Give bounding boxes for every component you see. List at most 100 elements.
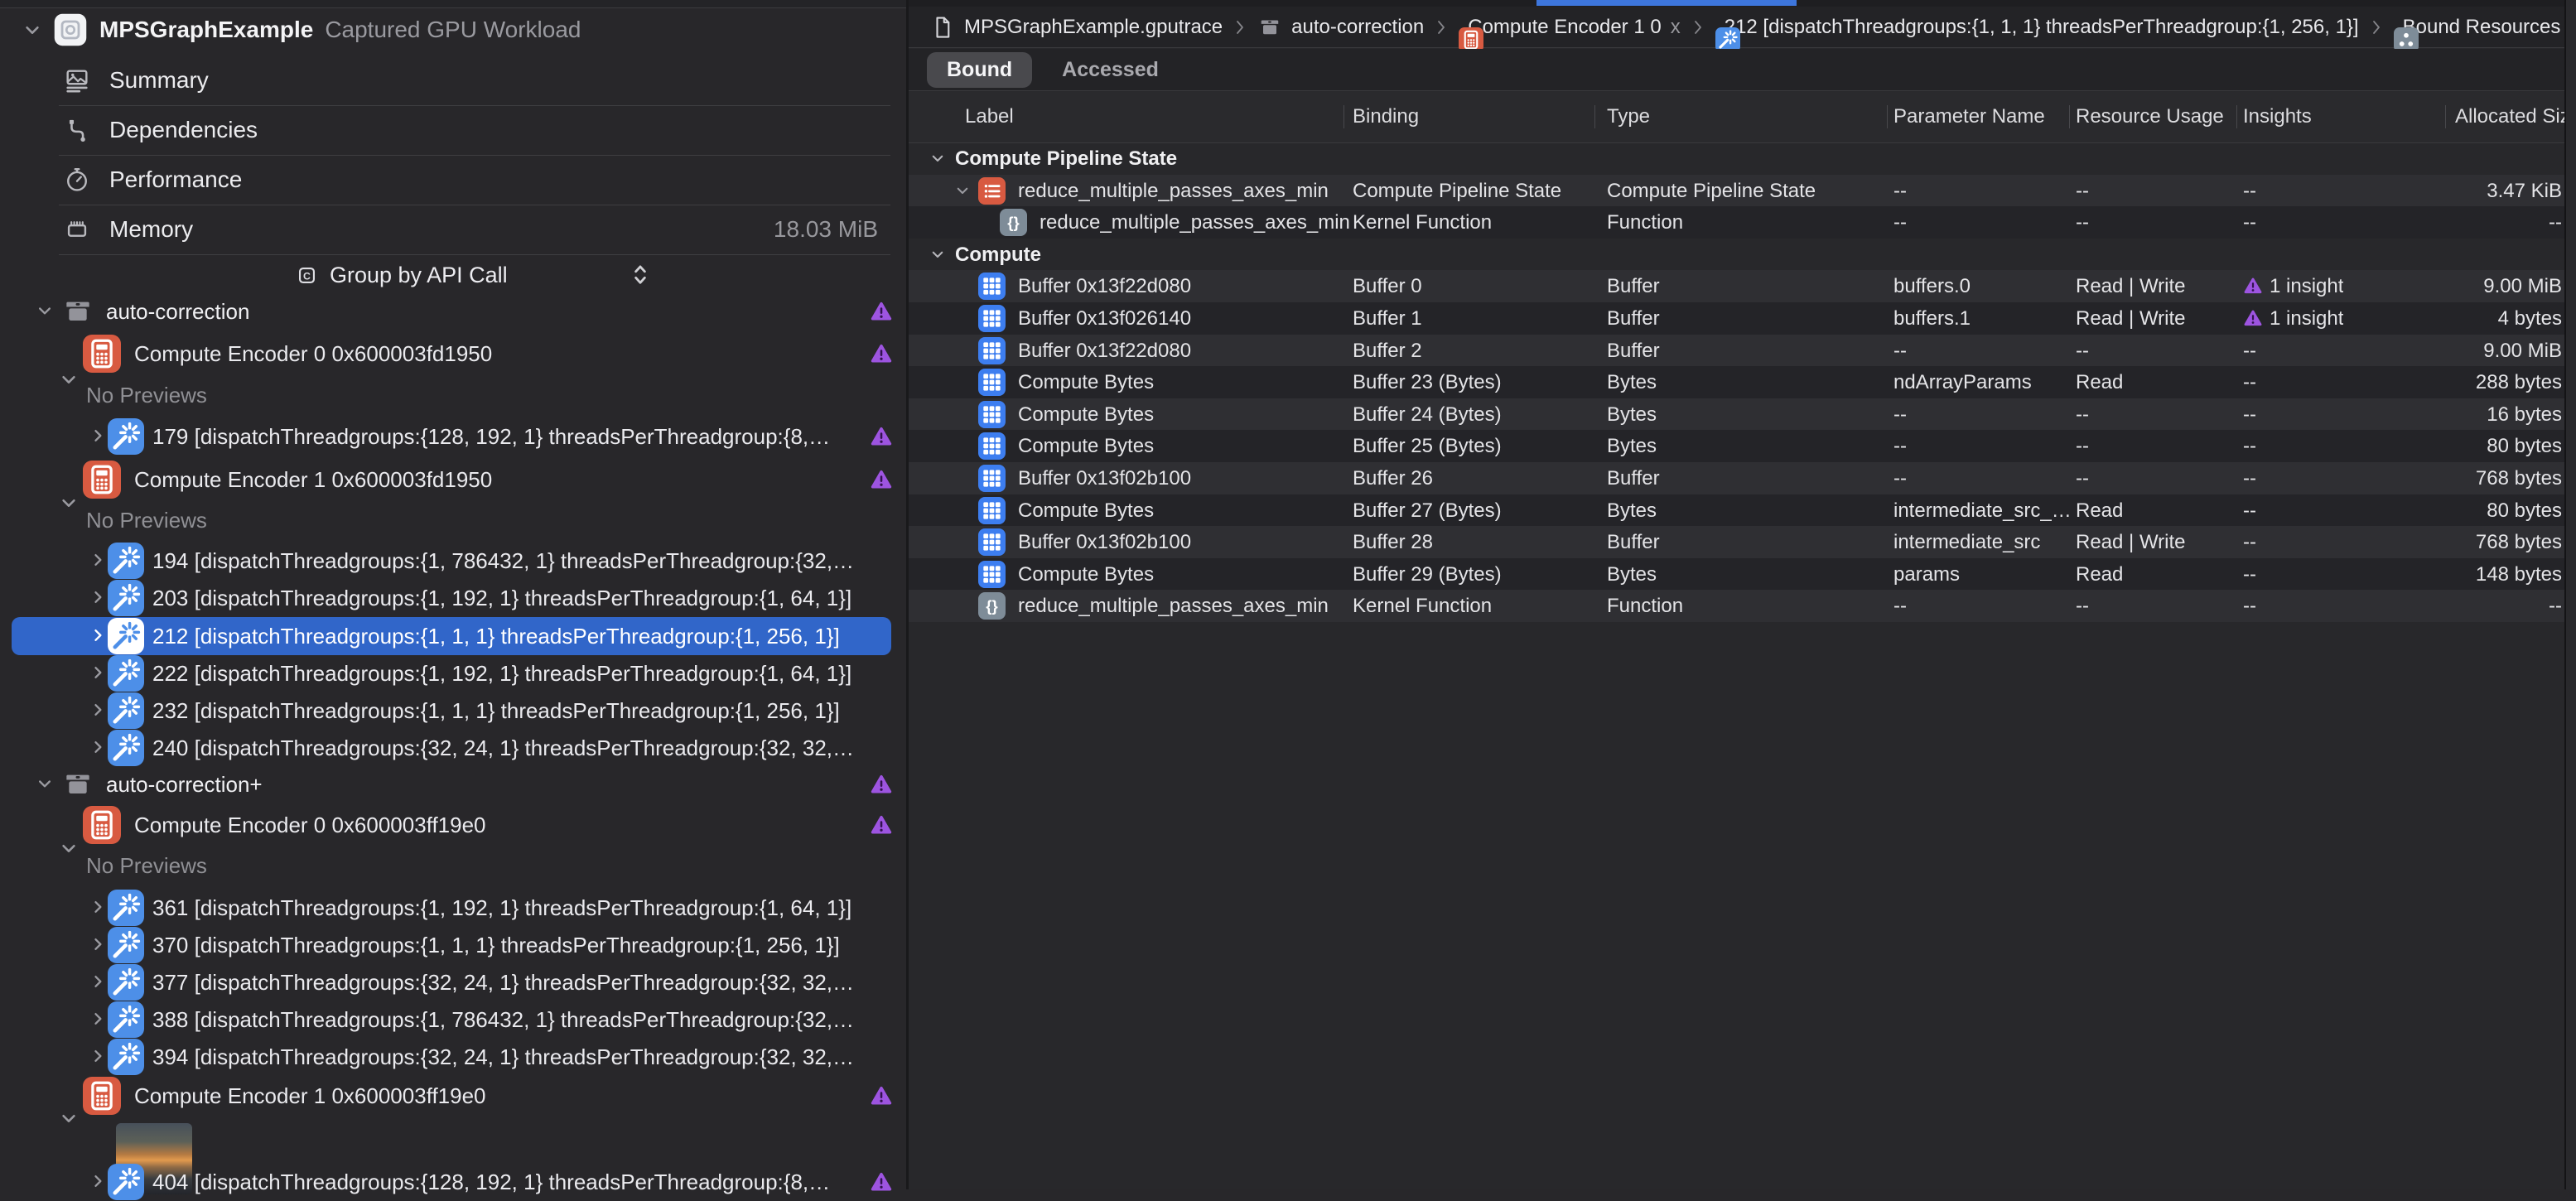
table-row[interactable]: Buffer 0x13f02b100Buffer 28Bufferinterme… bbox=[909, 526, 2576, 558]
tree-encoder-row[interactable]: Compute Encoder 0 0x600003ff19e0 bbox=[0, 806, 906, 844]
column-divider[interactable] bbox=[1887, 105, 1888, 128]
chevron-right-icon[interactable] bbox=[89, 973, 106, 990]
column-divider[interactable] bbox=[2069, 105, 2070, 128]
breadcrumb-label: Compute Encoder 1 0 bbox=[1468, 16, 1661, 39]
tree-dispatch-row[interactable]: 404 [dispatchThreadgroups:{128, 192, 1} … bbox=[0, 1163, 906, 1201]
dispatch-label: 361 [dispatchThreadgroups:{1, 192, 1} th… bbox=[152, 889, 851, 927]
table-row[interactable]: Buffer 0x13f026140Buffer 1Bufferbuffers.… bbox=[909, 302, 2576, 335]
chevron-down-icon[interactable] bbox=[60, 494, 78, 512]
column-divider[interactable] bbox=[1343, 105, 1344, 128]
table-row[interactable]: Compute BytesBuffer 24 (Bytes)Bytes-----… bbox=[909, 398, 2576, 431]
tree-dispatch-row[interactable]: 388 [dispatchThreadgroups:{1, 786432, 1}… bbox=[0, 1001, 906, 1039]
chevron-down-icon[interactable] bbox=[36, 302, 53, 319]
table-row[interactable]: {}reduce_multiple_passes_axes_minKernel … bbox=[909, 206, 2576, 239]
tree-dispatch-row[interactable]: 361 [dispatchThreadgroups:{1, 192, 1} th… bbox=[0, 889, 906, 927]
tree-encoder-row[interactable]: Compute Encoder 1 0x600003ff19e0 bbox=[0, 1077, 906, 1115]
tab-accent-bar bbox=[1536, 0, 1797, 6]
table-row[interactable]: Compute BytesBuffer 27 (Bytes)Bytesinter… bbox=[909, 494, 2576, 527]
breadcrumb-item[interactable]: Compute Encoder 1 0x bbox=[1459, 16, 1680, 39]
encoder-label: Compute Encoder 0 0x600003fd1950 bbox=[134, 335, 492, 373]
tree-dispatch-row[interactable]: 203 [dispatchThreadgroups:{1, 192, 1} th… bbox=[0, 579, 906, 617]
table-row[interactable]: Buffer 0x13f22d080Buffer 0Bufferbuffers.… bbox=[909, 270, 2576, 302]
column-header-insights[interactable]: Insights bbox=[2243, 91, 2312, 142]
dispatch-label: 194 [dispatchThreadgroups:{1, 786432, 1}… bbox=[152, 542, 854, 580]
breadcrumb-item[interactable]: MPSGraphExample.gputrace bbox=[930, 15, 1223, 40]
chevron-right-icon[interactable] bbox=[89, 1048, 106, 1064]
chevron-down-icon[interactable] bbox=[60, 370, 78, 388]
tab-accessed[interactable]: Accessed bbox=[1042, 52, 1179, 88]
chevron-right-icon[interactable] bbox=[89, 552, 106, 568]
column-header-allocated-size[interactable]: Allocated Size bbox=[2455, 91, 2576, 142]
table-row[interactable]: reduce_multiple_passes_axes_minCompute P… bbox=[909, 175, 2576, 207]
chevron-down-icon[interactable] bbox=[60, 1109, 78, 1127]
binding-cell: Buffer 23 (Bytes) bbox=[1353, 366, 1502, 398]
column-header-type[interactable]: Type bbox=[1607, 91, 1650, 142]
chevron-right-icon[interactable] bbox=[89, 1010, 106, 1027]
binding-cell: Buffer 28 bbox=[1353, 526, 1433, 558]
chevron-right-icon[interactable] bbox=[89, 589, 106, 605]
resource-label: reduce_multiple_passes_axes_min bbox=[1018, 590, 1329, 622]
chevron-down-icon[interactable] bbox=[930, 247, 945, 262]
insights-cell: -- bbox=[2243, 335, 2256, 367]
warning-icon bbox=[870, 469, 893, 490]
no-previews-label: No Previews bbox=[86, 846, 207, 885]
table-row[interactable]: Compute BytesBuffer 25 (Bytes)Bytes-----… bbox=[909, 430, 2576, 462]
table-row[interactable]: {}reduce_multiple_passes_axes_minKernel … bbox=[909, 590, 2576, 622]
table-row[interactable]: Compute BytesBuffer 29 (Bytes)Bytesparam… bbox=[909, 558, 2576, 591]
warning-icon bbox=[870, 426, 893, 447]
breadcrumb-item[interactable]: auto-correction bbox=[1257, 15, 1424, 40]
tree-dispatch-row[interactable]: 222 [dispatchThreadgroups:{1, 192, 1} th… bbox=[0, 654, 906, 692]
table-row[interactable]: Buffer 0x13f02b100Buffer 26Buffer------7… bbox=[909, 462, 2576, 494]
tab-bound[interactable]: Bound bbox=[927, 52, 1032, 88]
chevron-down-icon[interactable] bbox=[60, 839, 78, 857]
warning-icon bbox=[2243, 309, 2263, 327]
column-divider[interactable] bbox=[2236, 105, 2237, 128]
tree-encoder-row[interactable]: Compute Encoder 1 0x600003fd1950 bbox=[0, 461, 906, 499]
tree-dispatch-row[interactable]: 240 [dispatchThreadgroups:{32, 24, 1} th… bbox=[0, 729, 906, 767]
tree-group-auto-correction[interactable]: auto-correction bbox=[0, 292, 906, 330]
column-header-binding[interactable]: Binding bbox=[1353, 91, 1419, 142]
chevron-right-icon[interactable] bbox=[89, 627, 106, 644]
tree-dispatch-row[interactable]: 370 [dispatchThreadgroups:{1, 1, 1} thre… bbox=[0, 926, 906, 964]
chevron-right-icon[interactable] bbox=[89, 936, 106, 953]
chevron-right-icon[interactable] bbox=[89, 739, 106, 755]
tree-encoder-row[interactable]: Compute Encoder 0 0x600003fd1950 bbox=[0, 335, 906, 373]
binding-cell: Buffer 0 bbox=[1353, 270, 1422, 302]
breadcrumb-item[interactable]: Bound Resources bbox=[2394, 16, 2561, 39]
buffer-icon bbox=[978, 337, 1006, 364]
chevron-right-icon[interactable] bbox=[89, 1173, 106, 1189]
kernel-function-icon: {} bbox=[978, 592, 1006, 620]
chevron-right-icon[interactable] bbox=[89, 899, 106, 915]
type-cell: Buffer bbox=[1607, 462, 1660, 494]
table-section-compute[interactable]: Compute bbox=[909, 239, 2576, 271]
tree-dispatch-row[interactable]: 232 [dispatchThreadgroups:{1, 1, 1} thre… bbox=[0, 692, 906, 730]
tree-dispatch-row[interactable]: 394 [dispatchThreadgroups:{32, 24, 1} th… bbox=[0, 1038, 906, 1076]
chevron-right-icon[interactable] bbox=[89, 664, 106, 681]
chevron-down-icon[interactable] bbox=[36, 775, 53, 792]
chevron-down-icon[interactable] bbox=[930, 151, 945, 166]
breadcrumb-item[interactable]: 212 [dispatchThreadgroups:{1, 1, 1} thre… bbox=[1715, 16, 2359, 39]
resource-usage-cell: Read | Write bbox=[2076, 302, 2186, 335]
tree-dispatch-row[interactable]: 194 [dispatchThreadgroups:{1, 786432, 1}… bbox=[0, 542, 906, 580]
table-row[interactable]: Buffer 0x13f22d080Buffer 2Buffer------9.… bbox=[909, 335, 2576, 367]
table-section-compute-pipeline-state[interactable]: Compute Pipeline State bbox=[909, 142, 2576, 175]
column-header-label[interactable]: Label bbox=[965, 91, 1014, 142]
chevron-right-icon[interactable] bbox=[89, 702, 106, 718]
dispatch-label: 377 [dispatchThreadgroups:{32, 24, 1} th… bbox=[152, 963, 854, 1001]
tree-dispatch-row[interactable]: 377 [dispatchThreadgroups:{32, 24, 1} th… bbox=[0, 963, 906, 1001]
tree-dispatch-row-selected[interactable]: 212 [dispatchThreadgroups:{1, 1, 1} thre… bbox=[0, 617, 906, 655]
column-header-resource-usage[interactable]: Resource Usage bbox=[2076, 91, 2224, 142]
chevron-down-icon[interactable] bbox=[955, 183, 970, 198]
column-divider[interactable] bbox=[1594, 105, 1595, 128]
chevron-right-icon[interactable] bbox=[89, 427, 106, 444]
table-row[interactable]: Compute BytesBuffer 23 (Bytes)BytesndArr… bbox=[909, 366, 2576, 398]
warning-icon bbox=[870, 1085, 893, 1107]
tree-dispatch-row[interactable]: 179 [dispatchThreadgroups:{128, 192, 1} … bbox=[0, 417, 906, 456]
resource-usage-cell: -- bbox=[2076, 590, 2089, 622]
column-header-parameter-name[interactable]: Parameter Name bbox=[1893, 91, 2045, 142]
allocated-size-cell: 288 bytes bbox=[2476, 366, 2562, 398]
column-divider[interactable] bbox=[2445, 105, 2446, 128]
breadcrumb-label: 212 [dispatchThreadgroups:{1, 1, 1} thre… bbox=[1725, 16, 2359, 39]
tree-group-auto-correction+[interactable]: auto-correction+ bbox=[0, 765, 906, 803]
dispatch-label: 394 [dispatchThreadgroups:{32, 24, 1} th… bbox=[152, 1038, 854, 1076]
